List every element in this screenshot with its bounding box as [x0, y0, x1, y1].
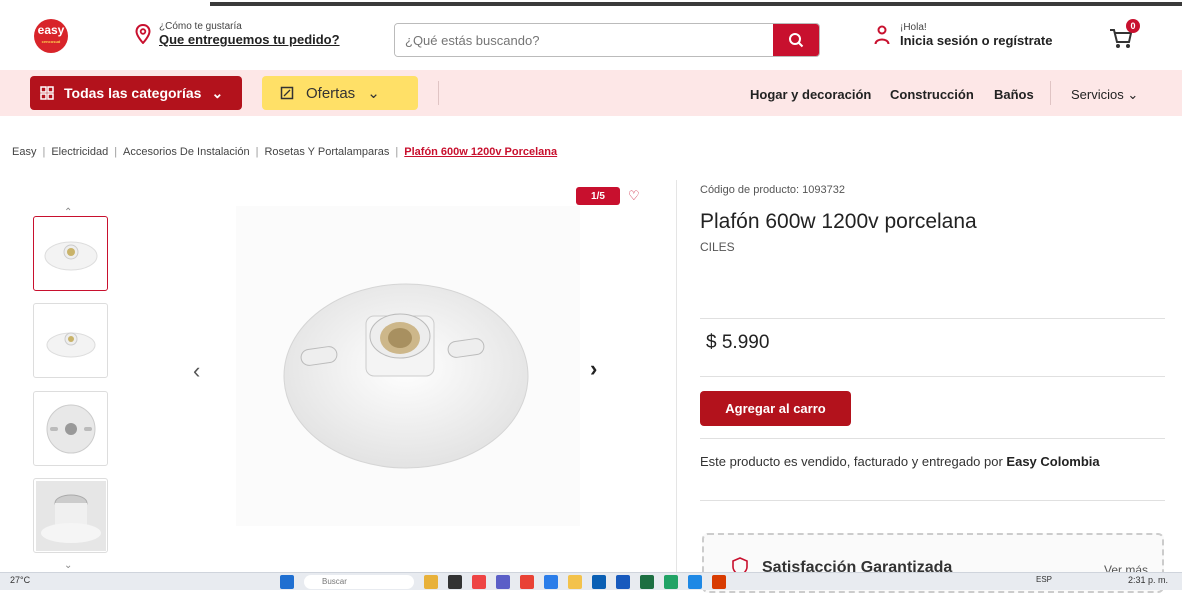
ofertas-label: Ofertas: [306, 84, 356, 102]
search-bar: [394, 23, 820, 57]
seller-name: Easy Colombia: [1006, 454, 1100, 469]
divider: [700, 500, 1165, 501]
delivery-link[interactable]: Que entreguemos tu pedido?: [159, 32, 340, 47]
product-code: Código de producto: 1093732: [700, 184, 845, 196]
edge-icon[interactable]: [544, 575, 558, 589]
column-divider: [676, 180, 677, 580]
breadcrumb-current[interactable]: Plafón 600w 1200v Porcelana: [404, 146, 557, 158]
app-icon[interactable]: [664, 575, 678, 589]
grid-icon: [40, 86, 54, 100]
product-thumbnail-image: [35, 480, 106, 551]
all-categories-label: Todas las categorías: [64, 85, 202, 101]
thumbnail-3[interactable]: [33, 391, 108, 466]
divider: [700, 376, 1165, 377]
image-counter-badge: 1/5: [576, 187, 620, 205]
app-icon[interactable]: [688, 575, 702, 589]
chevron-down-icon: ⌄: [1127, 87, 1139, 102]
delivery-prompt: ¿Cómo te gustaría: [159, 21, 242, 32]
search-button[interactable]: [773, 24, 819, 56]
chevron-left-icon[interactable]: ‹: [193, 358, 200, 384]
cart-button[interactable]: 0: [1108, 19, 1140, 55]
product-thumbnail-image: [44, 241, 97, 270]
taskbar-apps: Buscar: [280, 575, 726, 589]
powerpoint-icon[interactable]: [712, 575, 726, 589]
tag-icon: [280, 86, 294, 100]
word-icon[interactable]: [616, 575, 630, 589]
chevron-right-icon[interactable]: ›: [590, 356, 597, 382]
breadcrumb-item[interactable]: Rosetas Y Portalamparas: [264, 146, 389, 158]
porcelain-socket-image: [283, 283, 529, 469]
clock[interactable]: 2:31 p. m.: [1128, 575, 1168, 585]
thumbs-down-arrow-icon[interactable]: ⌄: [64, 560, 72, 571]
breadcrumb-item[interactable]: Easy: [12, 146, 36, 158]
login-label: Inicia sesión o regístrate: [900, 33, 1053, 48]
chevron-down-icon: ⌄: [367, 85, 380, 102]
product-thumbnail-image: [46, 332, 95, 357]
chrome-icon[interactable]: [520, 575, 534, 589]
add-to-cart-button[interactable]: Agregar al carro: [700, 391, 851, 426]
store-icon[interactable]: [592, 575, 606, 589]
teams-icon[interactable]: [496, 575, 510, 589]
product-brand[interactable]: CILES: [700, 240, 735, 254]
seller-info: Este producto es vendido, facturado y en…: [700, 454, 1100, 469]
thumbnail-4[interactable]: [33, 478, 108, 553]
product-main-image[interactable]: [236, 206, 580, 526]
windows-taskbar: 27°C Buscar ESP 2:31 p. m.: [0, 572, 1182, 590]
easy-logo[interactable]: easy cencosud: [34, 19, 68, 53]
breadcrumb-item[interactable]: Electricidad: [51, 146, 108, 158]
nav-link-construccion[interactable]: Construcción: [890, 87, 974, 102]
language-indicator[interactable]: ESP: [1036, 575, 1052, 584]
nav-divider: [438, 81, 439, 105]
nav-link-banos[interactable]: Baños: [994, 87, 1034, 102]
breadcrumb-item[interactable]: Accesorios De Instalación: [123, 146, 250, 158]
thumbnail-2[interactable]: [33, 303, 108, 378]
breadcrumb: Easy | Electricidad | Accesorios De Inst…: [12, 146, 558, 158]
app-icon[interactable]: [472, 575, 486, 589]
window-top-edge: [0, 0, 1182, 7]
cart-count-badge: 0: [1126, 19, 1140, 33]
divider: [700, 318, 1165, 319]
nav-link-servicios[interactable]: Servicios ⌄: [1071, 87, 1138, 103]
weather-widget[interactable]: 27°C: [10, 575, 30, 585]
delivery-selector[interactable]: ¿Cómo te gustaría Que entreguemos tu ped…: [135, 21, 340, 47]
nav-link-hogar[interactable]: Hogar y decoración: [750, 87, 871, 102]
divider: [700, 438, 1165, 439]
product-thumbnail-image: [46, 404, 95, 453]
search-input[interactable]: [395, 24, 773, 56]
search-icon: [789, 33, 804, 48]
main-nav: Todas las categorías ⌄ Ofertas ⌄ Hogar y…: [0, 70, 1182, 116]
taskbar-search[interactable]: Buscar: [304, 575, 414, 589]
location-pin-icon: [135, 24, 151, 44]
user-icon: [874, 25, 890, 45]
chevron-down-icon: ⌄: [211, 84, 224, 101]
greeting: ¡Hola!: [900, 22, 927, 33]
thumbnail-1[interactable]: [33, 216, 108, 291]
heart-icon[interactable]: ♡: [628, 188, 640, 204]
all-categories-button[interactable]: Todas las categorías ⌄: [30, 76, 242, 110]
widgets-icon[interactable]: [424, 575, 438, 589]
product-title: Plafón 600w 1200v porcelana: [700, 210, 977, 233]
site-header: easy cencosud ¿Cómo te gustaría Que entr…: [0, 7, 1182, 70]
login-link[interactable]: ¡Hola! Inicia sesión o regístrate: [874, 22, 1052, 48]
folder-icon[interactable]: [568, 575, 582, 589]
windows-start-icon[interactable]: [280, 575, 294, 589]
nav-divider: [1050, 81, 1051, 105]
ofertas-button[interactable]: Ofertas ⌄: [262, 76, 418, 110]
product-price: $ 5.990: [706, 332, 770, 353]
task-view-icon[interactable]: [448, 575, 462, 589]
excel-icon[interactable]: [640, 575, 654, 589]
